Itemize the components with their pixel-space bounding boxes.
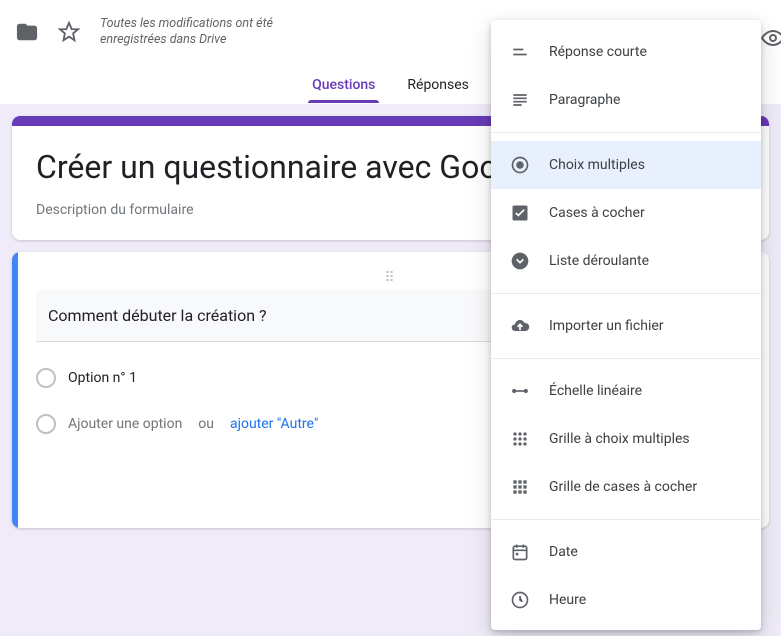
short-answer-icon <box>509 42 531 62</box>
dropdown-icon <box>509 251 531 271</box>
menu-label: Liste déroulante <box>549 253 649 269</box>
menu-label: Grille à choix multiples <box>549 431 690 447</box>
menu-label: Paragraphe <box>549 92 620 108</box>
menu-date[interactable]: Date <box>491 528 761 576</box>
radio-selected-icon <box>509 155 531 175</box>
menu-label: Grille de cases à cocher <box>549 479 697 495</box>
menu-separator <box>491 132 761 133</box>
paragraph-icon <box>509 90 531 110</box>
menu-checkboxes[interactable]: Cases à cocher <box>491 189 761 237</box>
tab-responses[interactable]: Réponses <box>403 77 473 103</box>
radio-icon <box>36 368 56 388</box>
calendar-icon <box>509 542 531 562</box>
preview-icon[interactable] <box>761 26 781 50</box>
menu-linear-scale[interactable]: Échelle linéaire <box>491 367 761 415</box>
add-other[interactable]: ajouter "Autre" <box>230 416 318 432</box>
grid-dots-icon <box>509 429 531 449</box>
cloud-upload-icon <box>509 316 531 336</box>
save-status: Toutes les modifications ont été enregis… <box>100 16 300 49</box>
menu-time[interactable]: Heure <box>491 576 761 624</box>
tab-questions[interactable]: Questions <box>308 77 379 103</box>
menu-label: Choix multiples <box>549 157 645 173</box>
menu-file-upload[interactable]: Importer un fichier <box>491 302 761 350</box>
menu-separator <box>491 293 761 294</box>
menu-separator <box>491 358 761 359</box>
menu-mc-grid[interactable]: Grille à choix multiples <box>491 415 761 463</box>
add-option[interactable]: Ajouter une option <box>68 416 182 432</box>
menu-label: Date <box>549 544 578 560</box>
star-icon[interactable] <box>58 21 80 43</box>
menu-separator <box>491 519 761 520</box>
linear-scale-icon <box>509 381 531 401</box>
menu-dropdown[interactable]: Liste déroulante <box>491 237 761 285</box>
or-label: ou <box>198 416 214 432</box>
menu-multiple-choice[interactable]: Choix multiples <box>491 141 761 189</box>
menu-label: Cases à cocher <box>549 205 645 221</box>
menu-label: Heure <box>549 592 586 608</box>
menu-short-answer[interactable]: Réponse courte <box>491 28 761 76</box>
menu-paragraph[interactable]: Paragraphe <box>491 76 761 124</box>
option-text[interactable]: Option n° 1 <box>68 370 137 386</box>
menu-label: Réponse courte <box>549 44 647 60</box>
menu-label: Importer un fichier <box>549 318 664 334</box>
menu-cb-grid[interactable]: Grille de cases à cocher <box>491 463 761 511</box>
checkbox-icon <box>509 203 531 223</box>
folder-icon[interactable] <box>16 21 38 43</box>
radio-icon <box>36 414 56 434</box>
question-type-menu: Réponse courte Paragraphe Choix multiple… <box>491 20 761 630</box>
clock-icon <box>509 590 531 610</box>
menu-label: Échelle linéaire <box>549 383 642 399</box>
grid-squares-icon <box>509 477 531 497</box>
